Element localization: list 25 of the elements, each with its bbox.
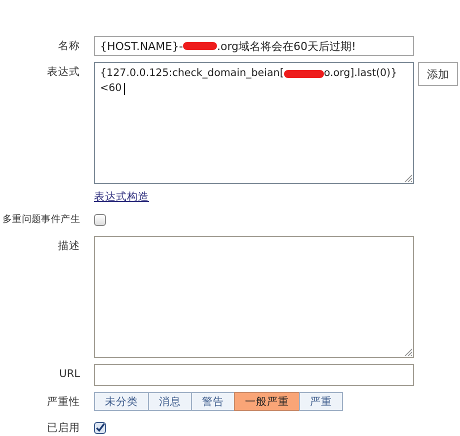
field-label: 描述: [57, 239, 80, 254]
severity-option[interactable]: 严重: [299, 392, 343, 411]
redaction-mark: [284, 70, 324, 78]
resize-grip-icon[interactable]: [404, 174, 412, 182]
severity-option[interactable]: 一般严重: [234, 392, 300, 411]
field-label: 多重问题事件产生: [1, 213, 80, 227]
field-label: 表达式: [46, 65, 80, 80]
field-label: URL: [58, 367, 80, 382]
redaction-mark: [182, 42, 217, 50]
expression-input[interactable]: {127.0.0.125:check_domain_beian[ o.org].last(0)} <60: [94, 62, 414, 184]
severity-option[interactable]: 消息: [148, 392, 192, 411]
severity-option[interactable]: 未分类: [94, 392, 149, 411]
field-label: 名称: [57, 39, 80, 54]
add-button[interactable]: 添加: [418, 62, 458, 86]
checkbox[interactable]: [94, 422, 106, 434]
expression-constructor-link[interactable]: 表达式构造: [94, 191, 149, 203]
checkbox[interactable]: [94, 214, 106, 226]
severity-option[interactable]: 警告: [191, 392, 235, 411]
resize-grip-icon[interactable]: [404, 348, 412, 356]
field-label: 严重性: [46, 395, 80, 410]
field-label: 已启用: [46, 421, 80, 436]
description-input[interactable]: [94, 236, 414, 358]
text-cursor: [124, 82, 125, 94]
url-input[interactable]: [94, 364, 414, 386]
name-input[interactable]: {HOST.NAME}- .org域名将会在60天后过期!: [94, 36, 414, 56]
